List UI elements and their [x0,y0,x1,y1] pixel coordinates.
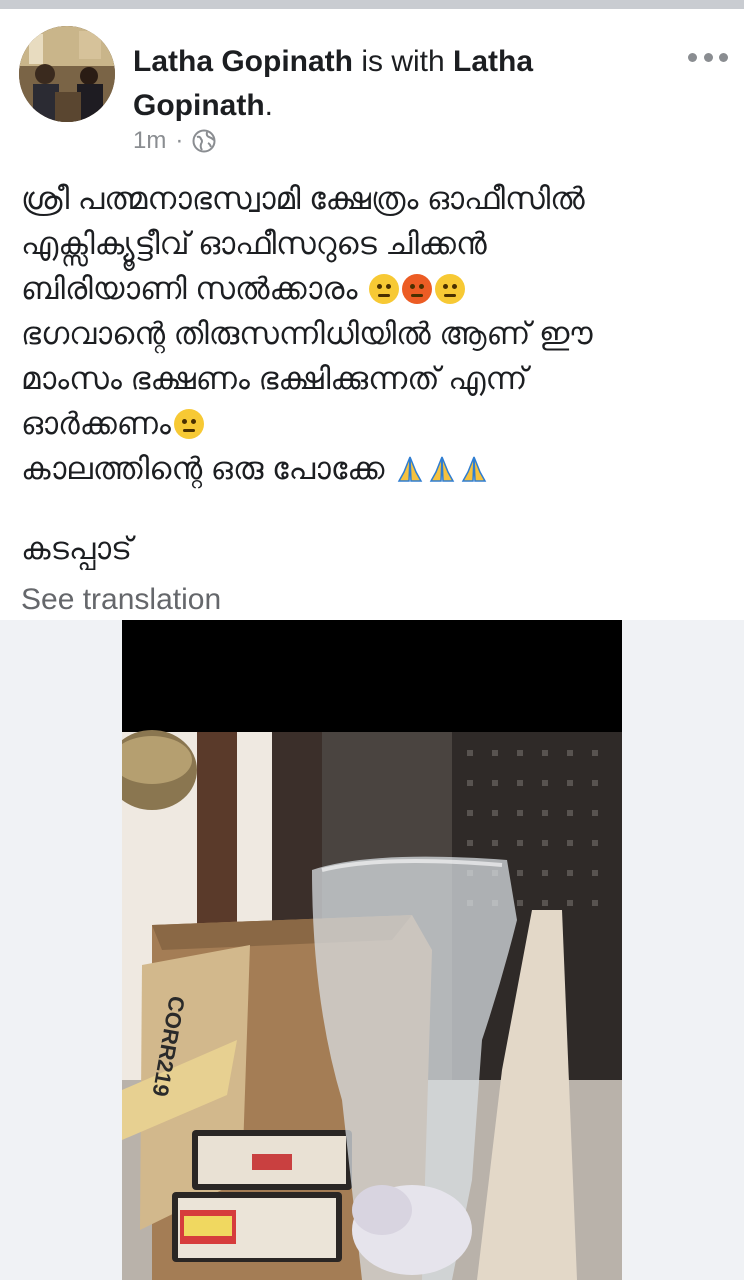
with-text: is with [361,45,445,78]
post-line-with-emoji: കാലത്തിന്റെ ഒരു പോക്കേ [21,446,721,491]
relieved-face-emoji [173,409,204,439]
meta-separator: · [175,127,184,154]
post-text: ശ്രീ പത്മനാഭസ്വാമി ക്ഷേത്രം ഓഫീസിൽ എക്സി… [21,176,721,491]
header-period: . [264,89,273,122]
author-name[interactable]: Latha Gopinath [133,45,353,78]
post-line: ബിരിയാണി സൽക്കാരം [21,271,358,306]
post-photo[interactable]: CORR219 [122,620,622,1280]
post-line: ഭഗവാന്റെ തിരുസന്നിധിയിൽ ആണ് ഈ [21,316,593,351]
timestamp[interactable]: 1m [133,127,166,155]
post-line: മാംസം ഭക്ഷണം ഭക്ഷിക്കുന്നത് എന്ന് [21,361,528,396]
top-divider [0,0,744,9]
more-icon [688,52,697,62]
more-icon-dot [703,52,713,62]
post-photo-image: CORR219 [122,620,622,1280]
avatar[interactable] [19,26,115,122]
more-icon-dot [719,52,728,62]
post-line-with-emoji: ഓർക്കണം [21,401,721,446]
post-meta: 1m · [133,124,216,158]
more-options-button[interactable] [688,44,728,70]
folded-hands-emoji [429,456,455,482]
thinking-face-emoji [369,274,400,304]
post-line: ശ്രീ പത്മനാഭസ്വാമി ക്ഷേത്രം ഓഫീസിൽ [21,181,585,216]
post-line: ഓർക്കണം [21,406,171,441]
see-translation-link[interactable]: See translation [21,580,221,620]
angry-face-emoji [402,274,433,304]
photo-frame: CORR219 [0,620,744,1280]
globe-icon[interactable] [192,129,216,153]
annoyed-face-emoji [435,274,466,304]
post-line: കാലത്തിന്റെ ഒരു പോക്കേ [21,451,385,486]
folded-hands-emoji [397,456,423,482]
post-signoff: കടപ്പാട് [21,531,133,566]
folded-hands-emoji [461,456,487,482]
post-line-with-emoji: ബിരിയാണി സൽക്കാരം [21,266,721,311]
avatar-photo [19,26,115,122]
post-header: Latha Gopinath is with Latha Gopinath. [133,40,653,128]
post-line: എക്സിക്യൂട്ടീവ് ഓഫീസറുടെ ചിക്കൻ [21,226,487,261]
